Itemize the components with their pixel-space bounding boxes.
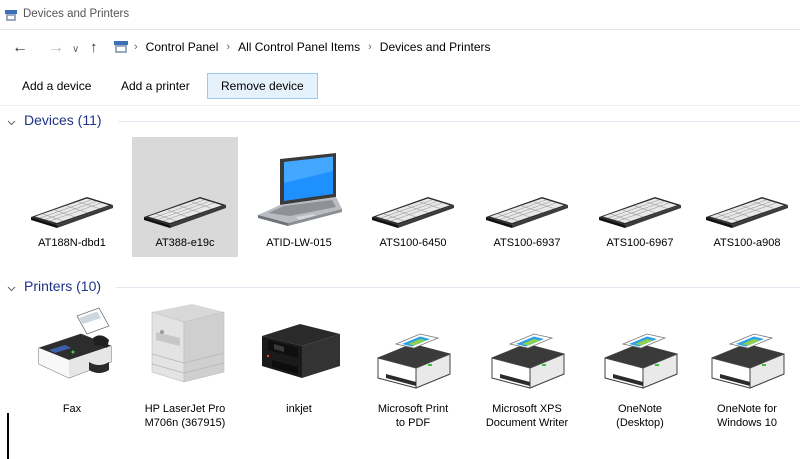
inkjet-printer-icon xyxy=(246,312,352,388)
laser-printer-icon xyxy=(132,302,238,388)
devices-group-title: Devices (11) xyxy=(24,112,102,128)
virtual-printer-icon xyxy=(360,322,466,392)
printer-tile[interactable]: inkjet xyxy=(246,302,352,432)
group-divider xyxy=(118,121,800,122)
device-label: ATS100-6967 xyxy=(606,237,674,249)
command-bar: Add a device Add a printer Remove device xyxy=(0,67,800,106)
collapse-chevron-icon[interactable] xyxy=(7,114,16,126)
virtual-printer-icon xyxy=(587,322,693,392)
printer-label: Fax xyxy=(62,403,82,415)
device-tile[interactable]: ATS100-6967 xyxy=(587,137,693,257)
control-panel-icon xyxy=(114,40,128,54)
keyboard-icon xyxy=(19,191,125,231)
printer-tile[interactable]: OneNote for Windows 10 xyxy=(694,302,800,432)
printer-label: inkjet xyxy=(286,403,312,415)
back-arrow-icon[interactable]: ← xyxy=(12,38,28,58)
device-tile[interactable]: AT188N-dbd1 xyxy=(19,137,125,257)
fax-icon xyxy=(19,302,125,388)
breadcrumb-separator-icon: › xyxy=(368,41,372,53)
collapse-chevron-icon[interactable] xyxy=(7,280,16,292)
device-label: AT388-e19c xyxy=(155,237,215,249)
virtual-printer-icon xyxy=(694,322,800,392)
keyboard-icon xyxy=(587,191,693,231)
keyboard-icon xyxy=(360,191,466,231)
group-divider xyxy=(116,287,800,288)
breadcrumb-devices-and-printers[interactable]: Devices and Printers xyxy=(380,40,491,54)
device-tile-selected[interactable]: AT388-e19c xyxy=(132,137,238,257)
printer-label-line1: HP LaserJet Pro xyxy=(144,403,226,415)
device-tile[interactable]: ATS100-6450 xyxy=(360,137,466,257)
breadcrumb-separator-icon: › xyxy=(134,41,138,53)
laptop-icon xyxy=(246,153,352,233)
printer-label-line2: (Desktop) xyxy=(616,417,664,429)
printer-tile[interactable]: Microsoft Print to PDF xyxy=(360,302,466,432)
keyboard-icon xyxy=(132,191,238,231)
printers-group-header[interactable]: Printers (10) xyxy=(0,276,800,298)
remove-device-button[interactable]: Remove device xyxy=(207,73,318,99)
printer-label-line2: to PDF xyxy=(395,417,431,429)
device-tile[interactable]: ATS100-a908 xyxy=(694,137,800,257)
printer-label-line1: OneNote xyxy=(617,403,663,415)
breadcrumb-separator-icon: › xyxy=(226,41,231,53)
breadcrumb-control-panel[interactable]: Control Panel xyxy=(146,40,219,54)
window-title: Devices and Printers xyxy=(23,8,130,20)
printer-tile[interactable]: Fax xyxy=(19,302,125,432)
printer-tile[interactable]: HP LaserJet Pro M706n (367915) xyxy=(132,302,238,432)
device-label: AT188N-dbd1 xyxy=(38,237,106,249)
device-label: ATS100-a908 xyxy=(713,237,781,249)
add-device-button[interactable]: Add a device xyxy=(9,73,104,99)
recent-locations-chevron-icon[interactable]: ∨ xyxy=(72,40,79,60)
devices-group-header[interactable]: Devices (11) xyxy=(0,110,800,132)
printers-group-title: Printers (10) xyxy=(24,278,102,294)
forward-arrow-icon[interactable]: → xyxy=(48,38,64,58)
printer-label-line1: Microsoft XPS xyxy=(492,403,562,415)
window-edge xyxy=(7,413,9,459)
breadcrumb-all-items[interactable]: All Control Panel Items xyxy=(238,40,360,54)
printer-tile[interactable]: OneNote (Desktop) xyxy=(587,302,693,432)
keyboard-icon xyxy=(694,191,800,231)
printer-label-line2: Document Writer xyxy=(485,417,569,429)
add-printer-button[interactable]: Add a printer xyxy=(108,73,203,99)
device-label: ATS100-6937 xyxy=(493,237,561,249)
device-tile[interactable]: ATS100-6937 xyxy=(474,137,580,257)
device-label: ATS100-6450 xyxy=(379,237,447,249)
printer-label-line2: Windows 10 xyxy=(717,417,777,429)
printer-label-line1: OneNote for xyxy=(717,403,777,415)
keyboard-icon xyxy=(474,191,580,231)
address-bar: ← → ∨ ↑ › Control Panel › All Control Pa… xyxy=(0,30,800,66)
breadcrumb: › Control Panel › All Control Panel Item… xyxy=(114,40,491,54)
title-bar: Devices and Printers xyxy=(0,0,800,30)
printer-label-line1: Microsoft Print xyxy=(377,403,449,415)
virtual-printer-icon xyxy=(474,322,580,392)
device-label: ATID-LW-015 xyxy=(266,237,332,249)
printer-label-line2: M706n (367915) xyxy=(144,417,226,429)
device-tile[interactable]: ATID-LW-015 xyxy=(246,137,352,257)
devices-and-printers-app-icon xyxy=(5,9,17,21)
printer-tile[interactable]: Microsoft XPS Document Writer xyxy=(474,302,580,432)
up-arrow-icon[interactable]: ↑ xyxy=(90,38,98,58)
